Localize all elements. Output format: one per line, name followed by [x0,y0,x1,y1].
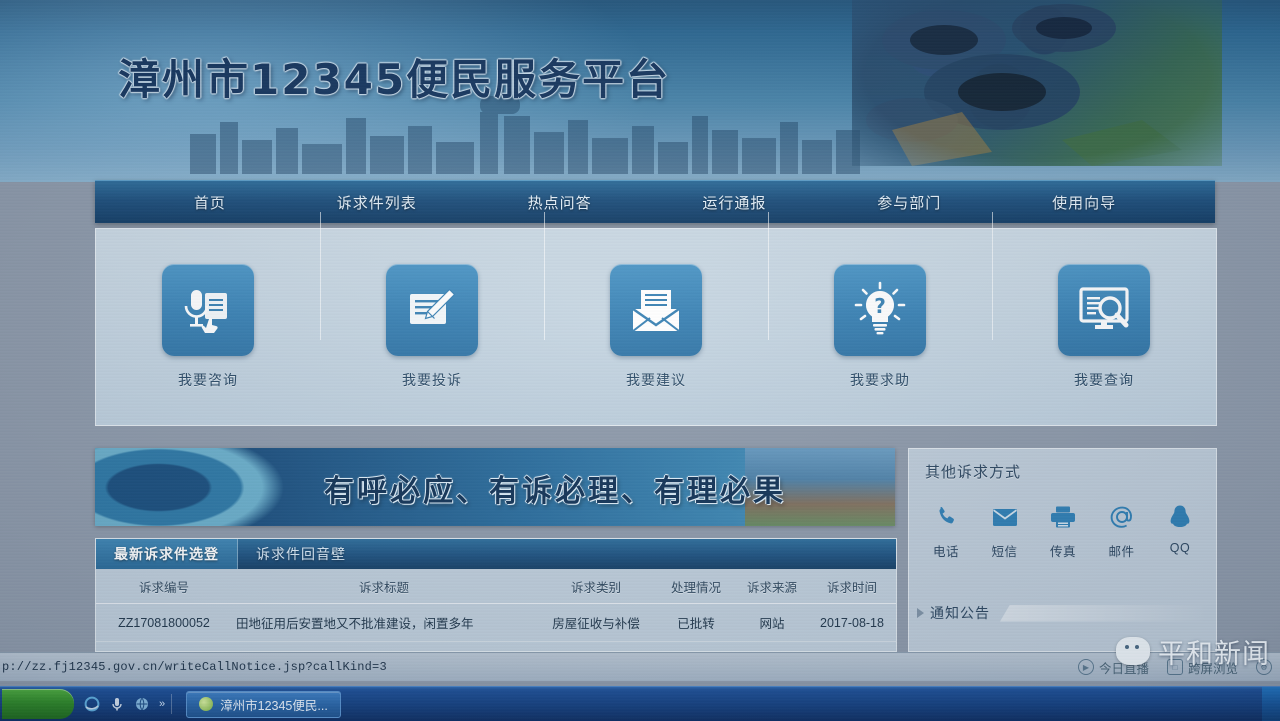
photographed-screen: 漳州市12345便民服务平台 首页 诉求件列表 热点问答 运行通报 参与部门 使… [0,0,1280,721]
service-suggestion-label: 我要建议 [626,372,686,388]
os-taskbar: » 漳州市12345便民... [0,686,1280,721]
arrow-right-icon [917,608,924,618]
desktop-icon[interactable] [134,696,150,712]
tulou-rings-icon [866,4,1182,166]
monitor-magnifier-icon [1079,287,1129,329]
table-row[interactable]: ZZ17081800052 田地征用后安置地又不批准建设，闲置多年 房屋征收与补… [96,603,896,642]
envelope-icon [632,290,680,332]
service-help-label: 我要求助 [850,372,910,388]
service-query-label: 我要查询 [1074,372,1134,388]
slogan-text: 有呼必应、有诉必理、有理必果 [324,474,786,509]
at-email-icon [1109,501,1135,533]
appeal-list-tabs: 最新诉求件选登 诉求件回音壁 [96,539,896,569]
service-query-tile[interactable] [1058,264,1150,356]
service-help[interactable]: ? 我要求助 [768,212,992,390]
chevron-icon[interactable]: » [159,698,165,710]
nav-item-user-guide[interactable]: 使用向导 [1040,192,1128,213]
contact-sms[interactable]: 短信 [978,501,1032,560]
service-complaint-label: 我要投诉 [402,372,462,388]
service-complaint[interactable]: 我要投诉 [320,212,544,390]
contact-email-label: 邮件 [1108,545,1135,559]
nav-item-operation-report[interactable]: 运行通报 [690,192,778,213]
status-url: p://zz.fj12345.gov.cn/writeCallNotice.js… [2,660,387,674]
other-channels-panel: 其他诉求方式 电话 短信 传真 邮件 QQ 通知公告 [908,448,1217,652]
taskbar-window-title: 漳州市12345便民... [220,698,328,713]
taskbar-window-button[interactable]: 漳州市12345便民... [186,690,341,718]
other-channels-title: 其他诉求方式 [925,464,1022,481]
cell-appeal-id: ZZ17081800052 [96,603,232,642]
start-button[interactable] [2,689,74,719]
nav-item-hot-qa[interactable]: 热点问答 [516,192,604,213]
tab-echo-wall[interactable]: 诉求件回音壁 [238,539,364,569]
contact-phone[interactable]: 电话 [919,501,973,560]
contact-fax[interactable]: 传真 [1036,501,1090,560]
contact-qq-label: QQ [1169,541,1191,555]
ie-icon[interactable] [84,696,100,712]
service-complaint-tile[interactable] [386,264,478,356]
table-header-row: 诉求编号 诉求标题 诉求类别 处理情况 诉求来源 诉求时间 [96,569,896,604]
service-consult-label: 我要咨询 [178,372,238,388]
qq-penguin-icon [1168,501,1192,533]
contact-qq[interactable]: QQ [1153,501,1207,560]
service-consult[interactable]: 我要咨询 [96,264,320,390]
cell-appeal-date: 2017-08-18 [808,603,896,642]
appeal-list-panel: 最新诉求件选登 诉求件回音壁 诉求编号 诉求标题 诉求类别 处理情况 诉求来源 … [95,538,897,652]
site-header-banner: 漳州市12345便民服务平台 [0,0,1280,182]
notice-ribbon [1000,604,1208,622]
col-appeal-title: 诉求标题 [232,569,536,604]
cell-appeal-status: 已批转 [656,603,736,642]
nav-item-home[interactable]: 首页 [182,192,238,213]
contact-email[interactable]: 邮件 [1095,501,1149,560]
wechat-watermark: 平和新闻 [1116,626,1270,676]
browser-window-icon [199,697,214,711]
browser-page: 漳州市12345便民服务平台 首页 诉求件列表 热点问答 运行通报 参与部门 使… [0,0,1280,652]
svg-text:?: ? [874,294,886,318]
sms-envelope-icon [992,501,1018,533]
notice-section-header[interactable]: 通知公告 [917,601,1208,625]
cell-appeal-source: 网站 [736,603,808,642]
contact-phone-label: 电话 [932,545,959,559]
service-help-tile[interactable]: ? [834,264,926,356]
col-appeal-source: 诉求来源 [736,569,808,604]
tab-latest-appeals[interactable]: 最新诉求件选登 [96,539,238,569]
col-appeal-status: 处理情况 [656,569,736,604]
quick-launch-bar: » [84,696,165,712]
phone-icon [934,501,958,533]
contact-fax-label: 传真 [1049,545,1076,559]
system-tray [1262,687,1280,721]
slogan-banner: 有呼必应、有诉必理、有理必果 [95,448,895,526]
cell-appeal-title[interactable]: 田地征用后安置地又不批准建设，闲置多年 [232,603,536,642]
lightbulb-question-icon: ? [854,281,906,335]
col-appeal-category: 诉求类别 [536,569,656,604]
nav-item-appeal-list[interactable]: 诉求件列表 [325,192,429,213]
nav-item-departments[interactable]: 参与部门 [865,192,953,213]
service-query[interactable]: 我要查询 [992,212,1216,390]
contact-icons-row: 电话 短信 传真 邮件 QQ [919,501,1207,560]
microphone-document-icon [184,290,227,333]
service-suggestion[interactable]: 我要建议 [544,212,768,390]
service-consult-tile[interactable] [162,264,254,356]
taskbar-separator [171,694,173,714]
pencil-paper-icon [410,288,456,324]
appeal-table: 诉求编号 诉求标题 诉求类别 处理情况 诉求来源 诉求时间 ZZ17081800… [96,569,896,642]
cell-appeal-category: 房屋征收与补偿 [536,603,656,642]
browser-status-bar: p://zz.fj12345.gov.cn/writeCallNotice.js… [0,652,1280,681]
contact-sms-label: 短信 [991,545,1018,559]
col-appeal-date: 诉求时间 [808,569,896,604]
service-entry-panel: 我要咨询 我要投诉 我要建议 ? 我要求助 我要查询 [95,212,1217,426]
watermark-text: 平和新闻 [1158,638,1270,670]
tulou-photo [852,0,1222,166]
service-suggestion-tile[interactable] [610,264,702,356]
page-title: 漳州市12345便民服务平台 [118,55,671,104]
play-circle-icon: ▶ [1077,659,1094,675]
media-icon[interactable] [109,696,125,712]
main-navigation: 首页 诉求件列表 热点问答 运行通报 参与部门 使用向导 [95,180,1215,223]
notice-title: 通知公告 [930,605,990,621]
wechat-bubble-icon [1116,637,1150,665]
fax-printer-icon [1050,501,1076,533]
col-appeal-id: 诉求编号 [96,569,232,604]
